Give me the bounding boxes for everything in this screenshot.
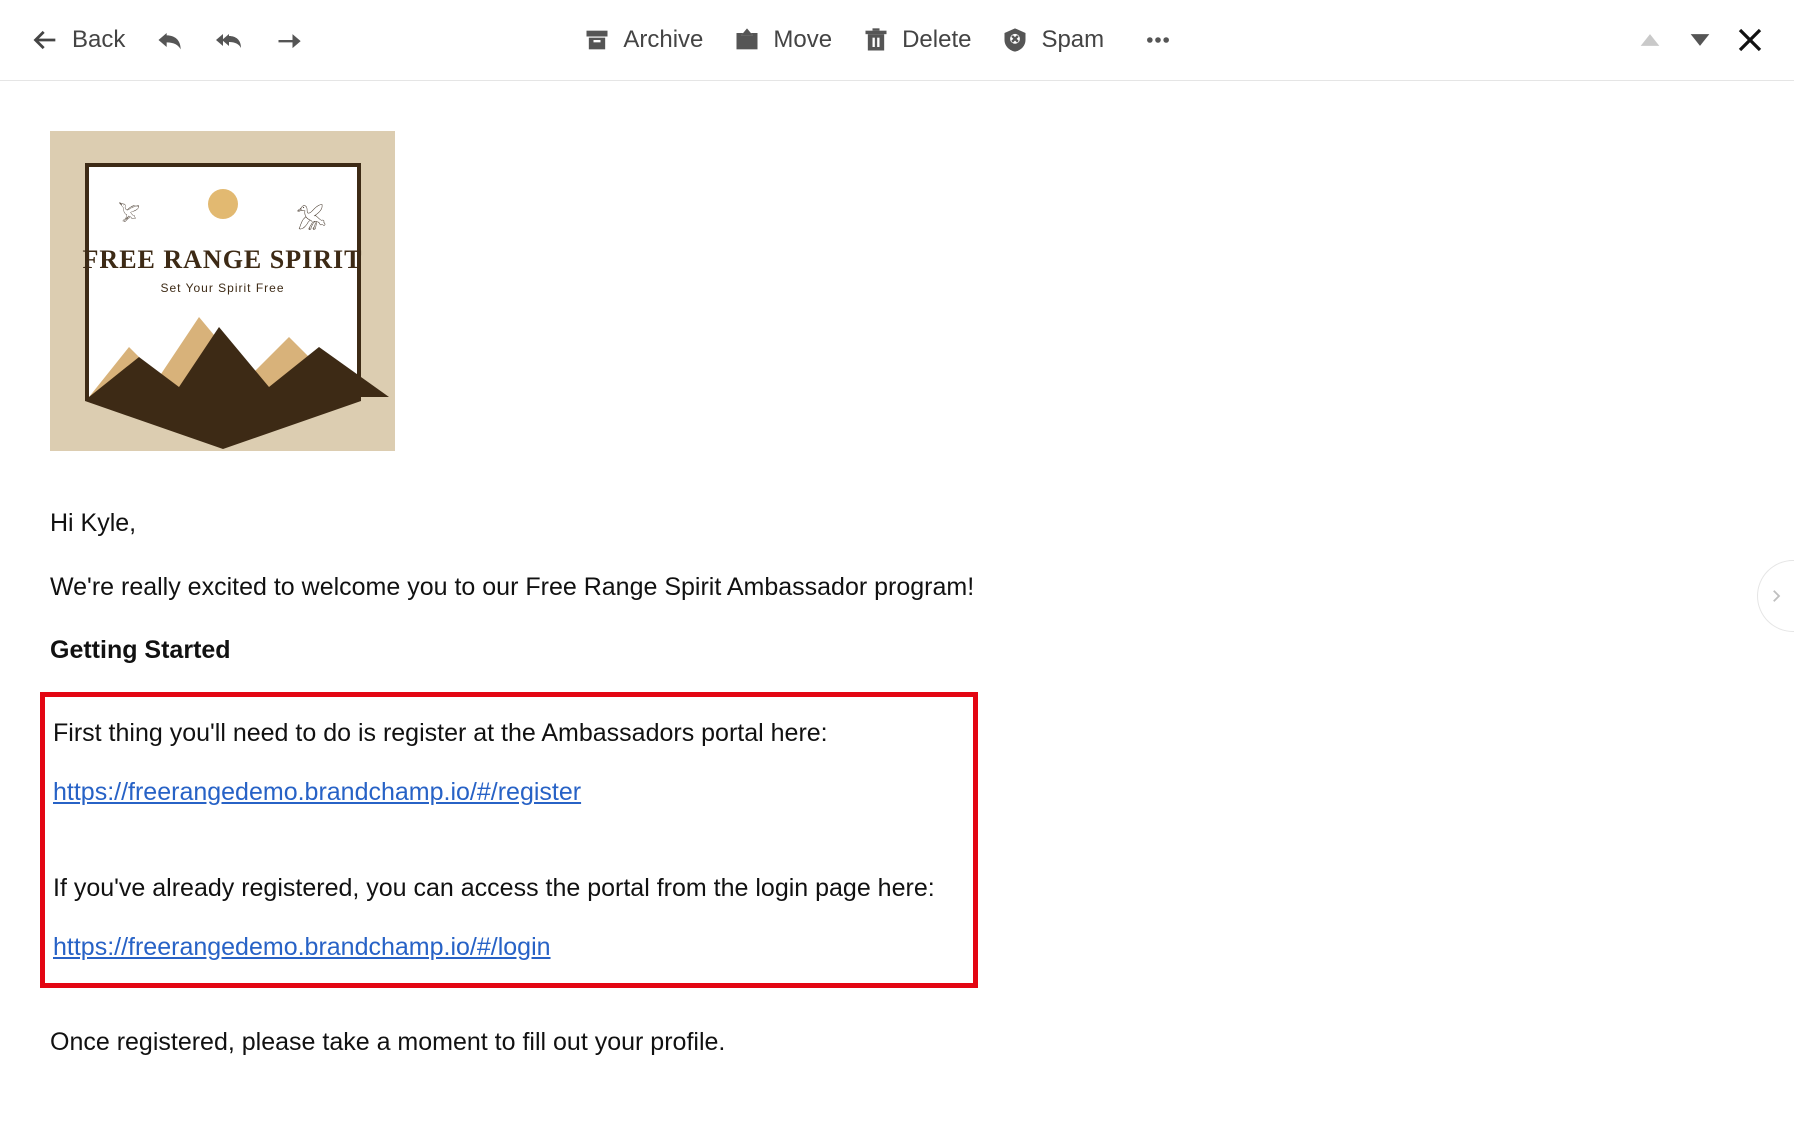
- bird-icon: 𓅮: [296, 197, 326, 237]
- section-heading: Getting Started: [50, 632, 1150, 670]
- forward-icon[interactable]: [263, 18, 315, 62]
- move-button[interactable]: Move: [721, 18, 842, 62]
- brand-logo: 𓅯 𓅮 FREE RANGE SPIRIT Set Your Spirit Fr…: [50, 131, 395, 451]
- spam-label: Spam: [1041, 26, 1104, 54]
- delete-label: Delete: [902, 26, 971, 54]
- trash-icon: [860, 24, 892, 56]
- email-welcome-line: We're really excited to welcome you to o…: [50, 569, 1150, 607]
- email-body: 𓅯 𓅮 FREE RANGE SPIRIT Set Your Spirit Fr…: [0, 81, 1200, 1127]
- back-label: Back: [72, 26, 125, 54]
- bird-icon: 𓅯: [119, 197, 140, 237]
- spam-button[interactable]: Spam: [989, 18, 1114, 62]
- back-button[interactable]: Back: [20, 18, 135, 62]
- prev-message-icon[interactable]: [1634, 24, 1666, 56]
- archive-icon: [581, 24, 613, 56]
- move-icon: [731, 24, 763, 56]
- email-toolbar: Back Archive Move Delete Spam: [0, 0, 1794, 81]
- reply-icon[interactable]: [143, 18, 195, 62]
- email-greeting: Hi Kyle,: [50, 505, 1150, 543]
- arrow-left-icon: [30, 24, 62, 56]
- next-pane-handle[interactable]: [1757, 560, 1794, 632]
- next-message-icon[interactable]: [1684, 24, 1716, 56]
- register-intro: First thing you'll need to do is registe…: [53, 715, 963, 753]
- close-icon[interactable]: [1734, 24, 1766, 56]
- move-label: Move: [773, 26, 832, 54]
- profile-line: Once registered, please take a moment to…: [50, 1024, 1150, 1062]
- register-link[interactable]: https://freerangedemo.brandchamp.io/#/re…: [53, 778, 581, 806]
- more-icon[interactable]: [1132, 18, 1184, 62]
- message-nav-controls: [1634, 24, 1766, 56]
- highlight-callout: First thing you'll need to do is registe…: [40, 692, 978, 988]
- reply-all-icon[interactable]: [203, 18, 255, 62]
- archive-label: Archive: [623, 26, 703, 54]
- archive-button[interactable]: Archive: [571, 18, 713, 62]
- brand-name: FREE RANGE SPIRIT: [83, 245, 363, 275]
- delete-button[interactable]: Delete: [850, 18, 981, 62]
- mountains-icon: [89, 307, 389, 397]
- login-intro: If you've already registered, you can ac…: [53, 870, 963, 908]
- shield-x-icon: [999, 24, 1031, 56]
- login-link[interactable]: https://freerangedemo.brandchamp.io/#/lo…: [53, 933, 551, 961]
- brand-tagline: Set Your Spirit Free: [160, 281, 284, 295]
- shield-tip-icon: [85, 401, 361, 449]
